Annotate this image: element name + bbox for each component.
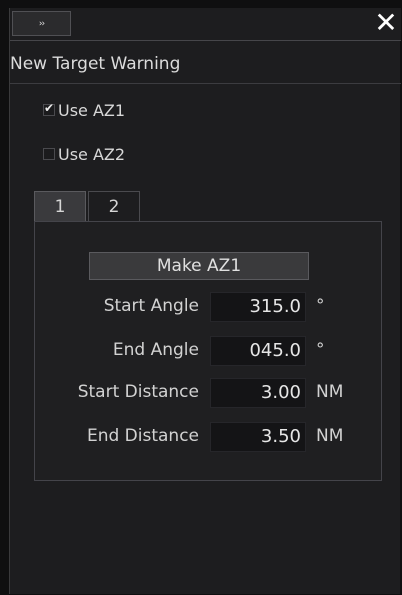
end-angle-unit: °	[316, 340, 325, 360]
make-az1-button[interactable]: Make AZ1	[89, 252, 309, 280]
start-angle-label: Start Angle	[103, 296, 199, 316]
page-title: New Target Warning	[10, 54, 181, 74]
use-az2-label: Use AZ2	[58, 144, 126, 164]
new-target-warning-panel: ›› ✕ New Target Warning Use AZ1 Use AZ2 …	[9, 8, 401, 594]
end-angle-label: End Angle	[112, 340, 199, 360]
close-icon: ✕	[374, 6, 398, 39]
start-distance-label: Start Distance	[77, 382, 199, 402]
start-distance-unit: NM	[316, 382, 344, 402]
start-angle-unit: °	[316, 296, 325, 316]
start-distance-field[interactable]: 3.00	[210, 378, 306, 408]
tab-2[interactable]: 2	[88, 191, 140, 222]
use-az2-option[interactable]: Use AZ2	[43, 143, 125, 165]
use-az1-label: Use AZ1	[58, 100, 126, 120]
start-angle-field[interactable]: 315.0	[210, 292, 306, 322]
end-distance-label: End Distance	[86, 426, 199, 446]
titlebar-divider	[10, 40, 401, 41]
close-button[interactable]: ✕	[374, 9, 398, 37]
expand-button[interactable]: ››	[12, 11, 71, 36]
end-angle-field[interactable]: 045.0	[210, 336, 306, 366]
tab-1[interactable]: 1	[34, 191, 86, 222]
header-divider	[10, 83, 401, 84]
use-az2-checkbox[interactable]	[43, 148, 55, 160]
use-az1-checkbox[interactable]	[43, 101, 55, 116]
double-chevron-right-icon: ››	[38, 18, 45, 29]
titlebar: ›› ✕	[10, 8, 401, 41]
use-az1-option[interactable]: Use AZ1	[43, 99, 125, 121]
tab-2-label: 2	[108, 197, 120, 217]
tab-1-label: 1	[54, 197, 66, 217]
end-distance-field[interactable]: 3.50	[210, 422, 306, 452]
end-distance-unit: NM	[316, 426, 344, 446]
